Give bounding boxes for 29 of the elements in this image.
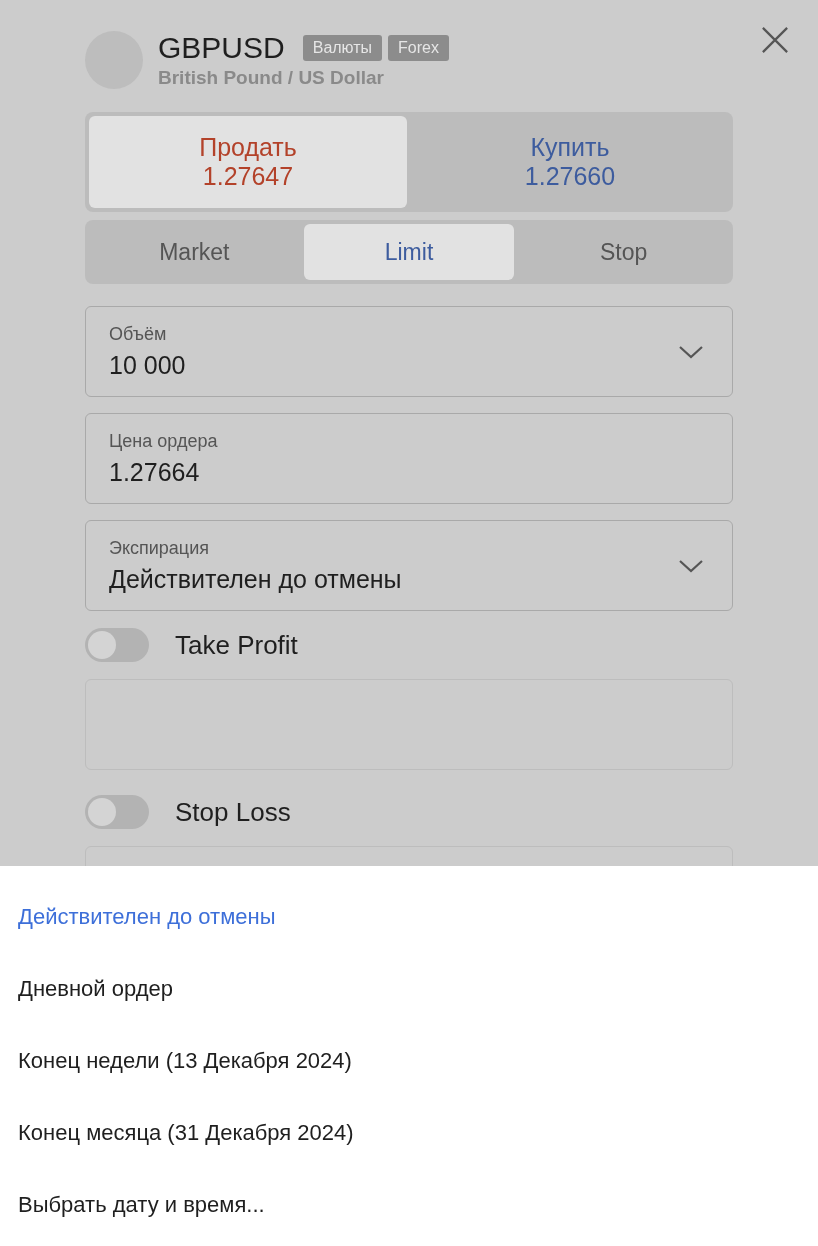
option-item[interactable]: Конец месяца (31 Декабря 2024) [0, 1097, 818, 1169]
field-value: Действителен до отмены [109, 564, 403, 594]
toggle-switch[interactable] [85, 795, 149, 829]
toggle-switch[interactable] [85, 628, 149, 662]
close-icon[interactable] [761, 26, 789, 54]
instrument-symbol: GBPUSD [158, 31, 285, 65]
toggle-label: Stop Loss [175, 796, 291, 828]
instrument-name: British Pound / US Dollar [158, 67, 385, 89]
chevron-down-icon [678, 343, 704, 360]
field-value: 1.27664 [109, 457, 201, 487]
chevron-down-icon [678, 557, 704, 574]
option-item[interactable]: Действителен до отмены [0, 881, 818, 953]
option-item[interactable]: Конец недели (13 Декабря 2024) [0, 1025, 818, 1097]
option-item[interactable]: Дневной ордер [0, 953, 818, 1025]
input-field[interactable]: Экспирация Действителен до отмены [85, 520, 733, 611]
field-value: 10 000 [109, 350, 187, 380]
input-field[interactable]: Цена ордера 1.27664 [85, 413, 733, 504]
order-type-tab[interactable]: Limit [303, 224, 515, 280]
field-label: Объём [109, 323, 168, 345]
input-field[interactable]: Объём 10 000 [85, 306, 733, 397]
instrument-tag: Forex [388, 35, 449, 61]
toggle-label: Take Profit [175, 629, 298, 661]
order-type-tab[interactable]: Stop [518, 224, 729, 280]
side-button[interactable]: Продать 1.27647 [89, 116, 407, 208]
field-label: Цена ордера [109, 430, 219, 452]
option-item[interactable]: Выбрать дату и время... [0, 1169, 818, 1241]
instrument-tag: Валюты [302, 35, 383, 61]
order-type-tab[interactable]: Market [89, 224, 300, 280]
field-label: Экспирация [109, 537, 210, 559]
